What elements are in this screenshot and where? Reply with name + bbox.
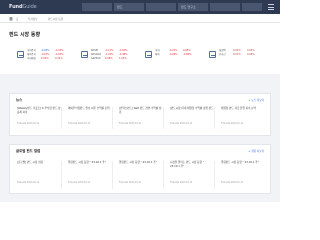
- nav-menu-fund[interactable]: 펀드: [114, 3, 144, 11]
- news-item[interactable]: 해외주식형펀드 연초 이후 수익률 순위 FnGuide 2023.10.11: [65, 107, 113, 129]
- news-more-link[interactable]: + 뉴스 더보기: [248, 98, 264, 102]
- news-item[interactable]: [Weekly펀드 리포트] K 주식형 펀드 상승세 지속 FnGuide 2…: [14, 107, 62, 129]
- logo[interactable]: FundGuide: [9, 4, 37, 10]
- column-item[interactable]: 시장을 알리는 펀드 시장 동향 " 23.10.1 주" FnGuide 20…: [167, 161, 215, 189]
- column-item[interactable]: 알림펀드 시장 동향 " 23.10.1 주" FnGuide 2023.10.…: [116, 161, 164, 189]
- chart-icon: [209, 51, 216, 58]
- breadcrumb-home[interactable]: 홈: [16, 17, 18, 21]
- column-item[interactable]: 알림펀드 시장 동향 " 23.10.1 주" FnGuide 2023.10.…: [218, 161, 266, 189]
- news-item[interactable]: [인덱스펀드] S&P 펀드 관련 수익률 점검 FnGuide 2023.10…: [116, 107, 164, 129]
- stat-card: 국내 -0.21% 0.88% 해외 -0.28% -0.86%: [145, 48, 195, 66]
- nav-menu-3[interactable]: [146, 3, 176, 11]
- chart-icon: [145, 51, 152, 58]
- news-item[interactable]: 채권형 펀드 자금 유입 지속 분석 FnGuide 2023.10.11: [218, 107, 266, 129]
- columns-more-link[interactable]: + 컬럼 더보기: [248, 149, 264, 153]
- breadcrumb: 홈 투자정보 펀드시장 동향: [0, 14, 280, 23]
- column-item[interactable]: 알림펀드 시장 동향 " 23.10.1 주" FnGuide 2023.10.…: [65, 161, 113, 189]
- page-title: 펀드 시장 동향: [9, 32, 41, 38]
- breadcrumb-invest[interactable]: 투자정보: [28, 17, 38, 21]
- home-icon[interactable]: [9, 16, 13, 21]
- columns-panel: 글로벌 펀드 컬럼 + 컬럼 더보기 [글로벌] 펀드 시장 점검 FnGuid…: [9, 144, 271, 194]
- breadcrumb-current[interactable]: 펀드시장 동향: [48, 17, 63, 21]
- top-navigation: FundGuide 펀드 펀드 연구소: [0, 0, 280, 14]
- news-title: 뉴스: [16, 98, 23, 102]
- news-item[interactable]: [펀드시장]국내 채권형 수익률 상위 펀드 FnGuide 2023.10.1…: [167, 107, 215, 129]
- columns-title: 글로벌 펀드 컬럼: [16, 149, 41, 153]
- nav-menu-6[interactable]: [242, 3, 262, 11]
- chart-icon: [81, 51, 88, 58]
- stat-card: 국내주식 -0.05% -1.24% 해외주식 -0.61% -1.62% 국내채권 0.…: [17, 48, 67, 66]
- stat-card: 설정액 0.04% 0.05% 순자산 0.01% 0.06%: [209, 48, 259, 66]
- menu-icon[interactable]: [268, 4, 274, 10]
- chart-icon: [17, 51, 24, 58]
- nav-menu-1[interactable]: [82, 3, 112, 11]
- column-item[interactable]: [글로벌] 펀드 시장 점검 FnGuide 2023.10.11: [14, 161, 62, 189]
- stat-card: KOSPI -0.11% -1.04% KOSDAQ -1.24% -2.48% S&P…: [81, 48, 131, 66]
- nav-menu-lab[interactable]: 펀드 연구소: [178, 3, 208, 11]
- nav-menu-5[interactable]: [210, 3, 240, 11]
- logo-main: Fund: [9, 4, 23, 10]
- logo-sub: Guide: [22, 4, 37, 10]
- news-panel: 뉴스 + 뉴스 더보기 [Weekly펀드 리포트] K 주식형 펀드 상승세 …: [9, 93, 271, 136]
